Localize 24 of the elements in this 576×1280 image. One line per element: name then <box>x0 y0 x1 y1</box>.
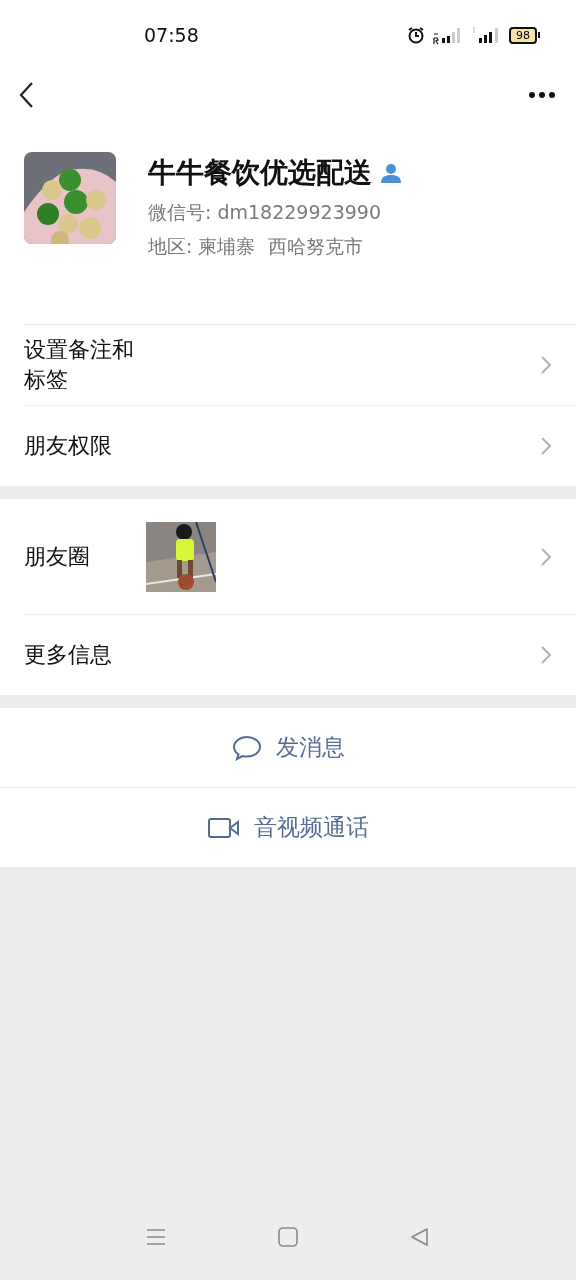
battery-icon: 98 <box>509 26 540 44</box>
menu-icon[interactable] <box>145 1226 167 1248</box>
chevron-right-icon <box>540 546 552 567</box>
back-icon[interactable] <box>18 81 34 109</box>
wechat-id: 微信号: dm18229923990 <box>148 200 382 225</box>
more-icon[interactable] <box>528 91 556 99</box>
status-time: 07:58 <box>144 24 199 46</box>
menu-item[interactable]: 设置备注和标签 <box>24 325 576 406</box>
contact-name: 牛牛餐饮优选配送 <box>148 155 372 191</box>
home-icon[interactable] <box>277 1226 299 1248</box>
back-triangle-icon[interactable] <box>409 1226 431 1248</box>
signal-icon <box>471 25 501 45</box>
alarm-clock-icon <box>407 26 425 44</box>
chevron-right-icon <box>540 355 552 375</box>
menu-item[interactable]: 朋友圈 <box>24 499 576 615</box>
chevron-right-icon <box>540 436 552 456</box>
menu-item[interactable]: 更多信息 <box>24 615 576 695</box>
chevron-right-icon <box>540 645 552 665</box>
menu-item[interactable]: 朋友权限 <box>24 406 576 486</box>
video-camera-icon <box>207 816 240 839</box>
region: 地区: 柬埔寨 西哈努克市 <box>148 234 364 259</box>
signal-icon <box>433 25 463 45</box>
person-icon <box>380 163 402 183</box>
chat-bubble-icon <box>231 734 262 761</box>
